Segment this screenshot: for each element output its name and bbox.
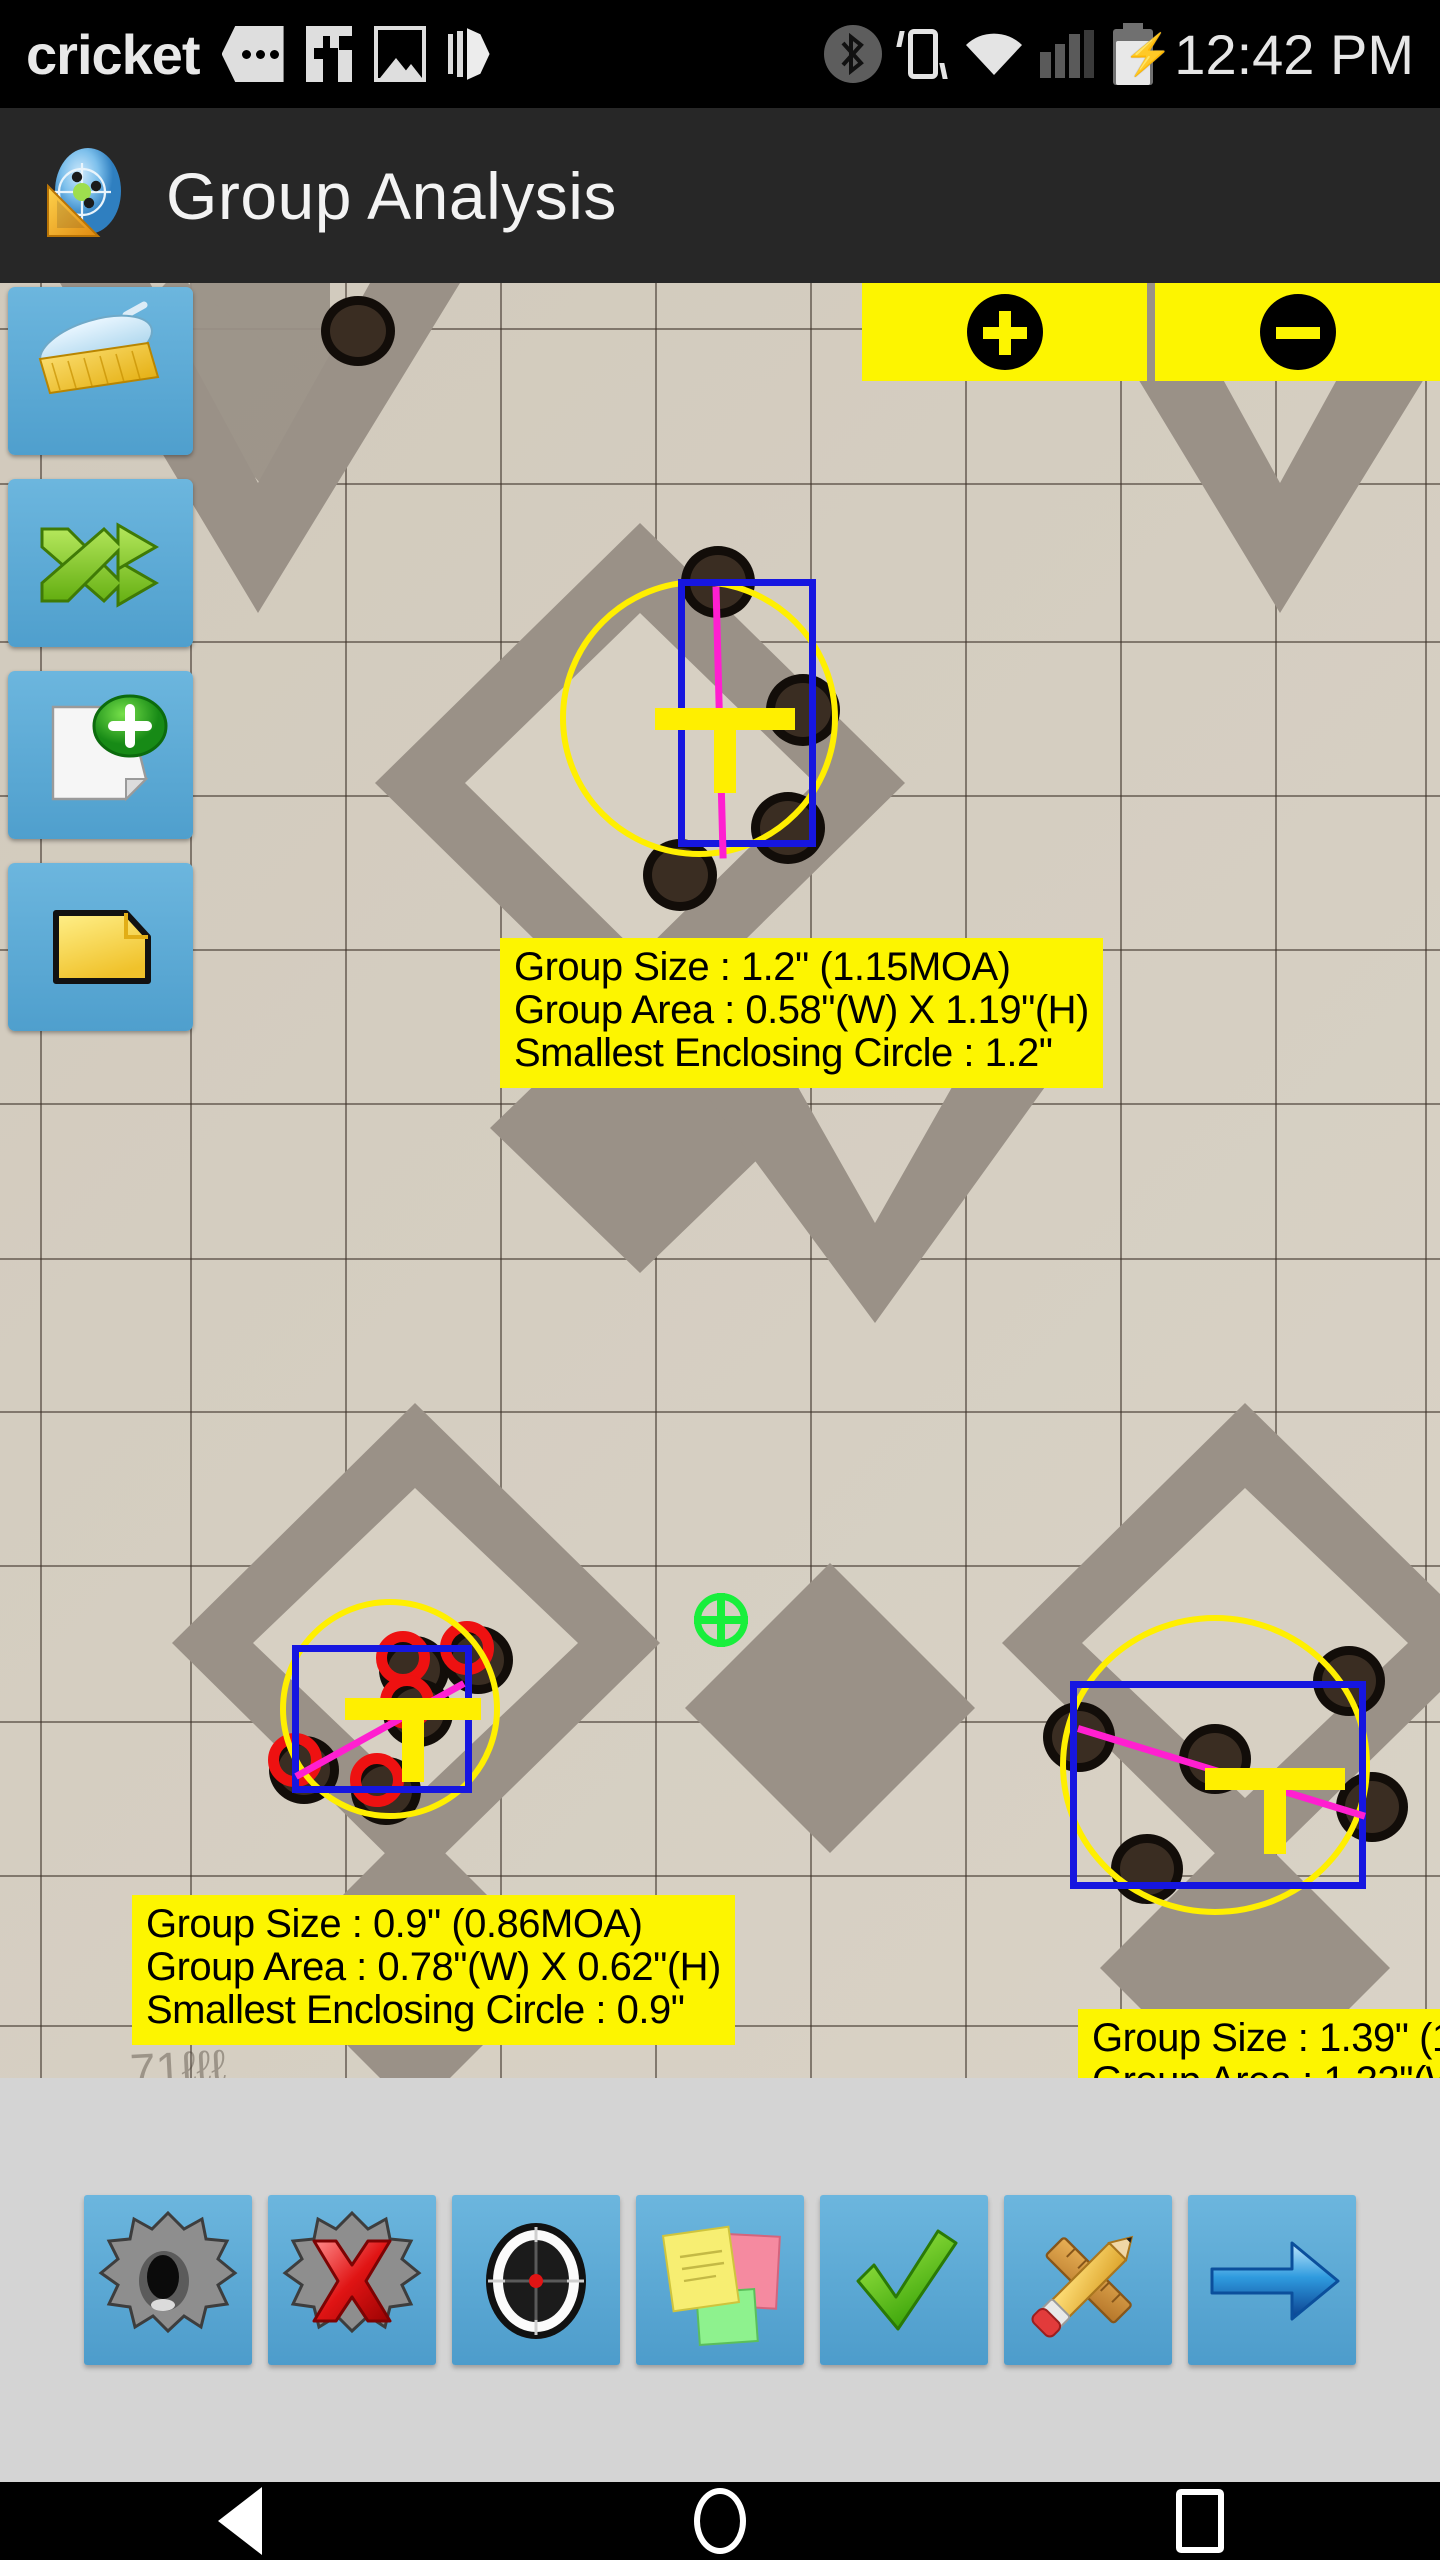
- group-size-text: Group Size : 1.2ʺ (1.15MOA): [514, 945, 1011, 989]
- nav-home-button[interactable]: [684, 2485, 756, 2557]
- add-hole-button[interactable]: Add Hole: [84, 2195, 252, 2365]
- facebook-icon: [305, 26, 352, 82]
- notes-button[interactable]: Notes: [636, 2195, 804, 2365]
- status-system-icons: ⚡: [824, 23, 1173, 85]
- action-bar: Group Analysis: [0, 108, 1440, 283]
- stray-bullet-hole: [330, 305, 386, 357]
- app-logo-icon: [32, 144, 136, 248]
- confirm-button[interactable]: Done: [820, 2195, 988, 2365]
- page-title: Group Analysis: [166, 158, 617, 233]
- battery-charging-icon: ⚡: [1110, 23, 1173, 85]
- group-center-crosshair: [345, 1698, 481, 1782]
- circle-home-icon: [694, 2488, 746, 2554]
- clear-broom-button[interactable]: [8, 287, 193, 455]
- measure-button[interactable]: Measure: [1004, 2195, 1172, 2365]
- group-area-text: Group Area : 0.78ʺ(W) X 0.62ʺ(H): [146, 1945, 721, 1990]
- group-top-info-label: Group Size : 1.2ʺ (1.15MOA) Group Area :…: [500, 938, 1103, 1088]
- group-circle-text: Smallest Enclosing Circle : 0.9ʺ: [146, 1988, 685, 2033]
- triangle-back-icon: [218, 2487, 262, 2555]
- clock-label: 12:42 PM: [1174, 22, 1414, 86]
- target-photo-canvas[interactable]: Group Size : 1.2ʺ (1.15MOA) Group Area :…: [0, 283, 1440, 2078]
- delete-hole-button[interactable]: Delete Hole: [268, 2195, 436, 2365]
- green-aim-crosshair[interactable]: [694, 1593, 748, 1647]
- add-page-button[interactable]: [8, 671, 193, 839]
- status-bar: cricket ⚡ 12:42 PM: [0, 0, 1440, 108]
- plus-icon: [966, 294, 1043, 370]
- messages-icon: [221, 26, 284, 82]
- nav-recents-button[interactable]: [1164, 2485, 1236, 2557]
- group-center-crosshair: [1205, 1768, 1345, 1854]
- group-circle-text: Smallest Enclosing Circle : 1.2ʺ: [514, 1031, 1053, 1076]
- bluetooth-icon: [824, 25, 883, 83]
- next-button[interactable]: Next: [1188, 2195, 1356, 2365]
- set-aimpoint-button[interactable]: Aim Point: [452, 2195, 620, 2365]
- minus-icon: [1259, 294, 1336, 370]
- photos-icon: [373, 26, 426, 82]
- zoom-controls: + −: [862, 283, 1440, 381]
- carrier-label: cricket: [26, 22, 201, 86]
- wifi-icon: [962, 31, 1024, 77]
- group-center-crosshair: [655, 708, 795, 793]
- nav-back-button[interactable]: [204, 2485, 276, 2557]
- group-area-text: Group Area : 0.58ʺ(W) X 1.19ʺ(H): [514, 988, 1089, 1033]
- status-notification-icons: [221, 26, 490, 82]
- group-area-text: Group Area : 1.33ʺ(W: [1092, 2059, 1440, 2078]
- bottom-toolbar: Add Hole Delete Hole: [0, 2078, 1440, 2482]
- zoom-in-button[interactable]: +: [862, 283, 1147, 381]
- page-flip-icon: [447, 28, 490, 80]
- zoom-out-button[interactable]: −: [1155, 283, 1440, 381]
- group-size-text: Group Size : 0.9ʺ (0.86MOA): [146, 1902, 643, 1946]
- paper-corner-mark: 71ℓℓℓ: [128, 2039, 228, 2078]
- page-button[interactable]: [8, 863, 193, 1031]
- shuffle-button[interactable]: [8, 479, 193, 647]
- vibrate-icon: [896, 25, 948, 83]
- phone-screen: cricket ⚡ 12:42 PM Group Analysis Group …: [0, 0, 1440, 2560]
- square-recents-icon: [1176, 2489, 1224, 2553]
- group-size-text: Group Size : 1.39ʺ (1: [1092, 2016, 1440, 2060]
- group-right-info-label: Group Size : 1.39ʺ (1 Group Area : 1.33ʺ…: [1078, 2009, 1440, 2078]
- left-tool-rail: [8, 287, 193, 1055]
- group-left-info-label: Group Size : 0.9ʺ (0.86MOA) Group Area :…: [132, 1895, 735, 2045]
- signal-icon: [1040, 30, 1095, 78]
- system-nav-bar: [0, 2482, 1440, 2560]
